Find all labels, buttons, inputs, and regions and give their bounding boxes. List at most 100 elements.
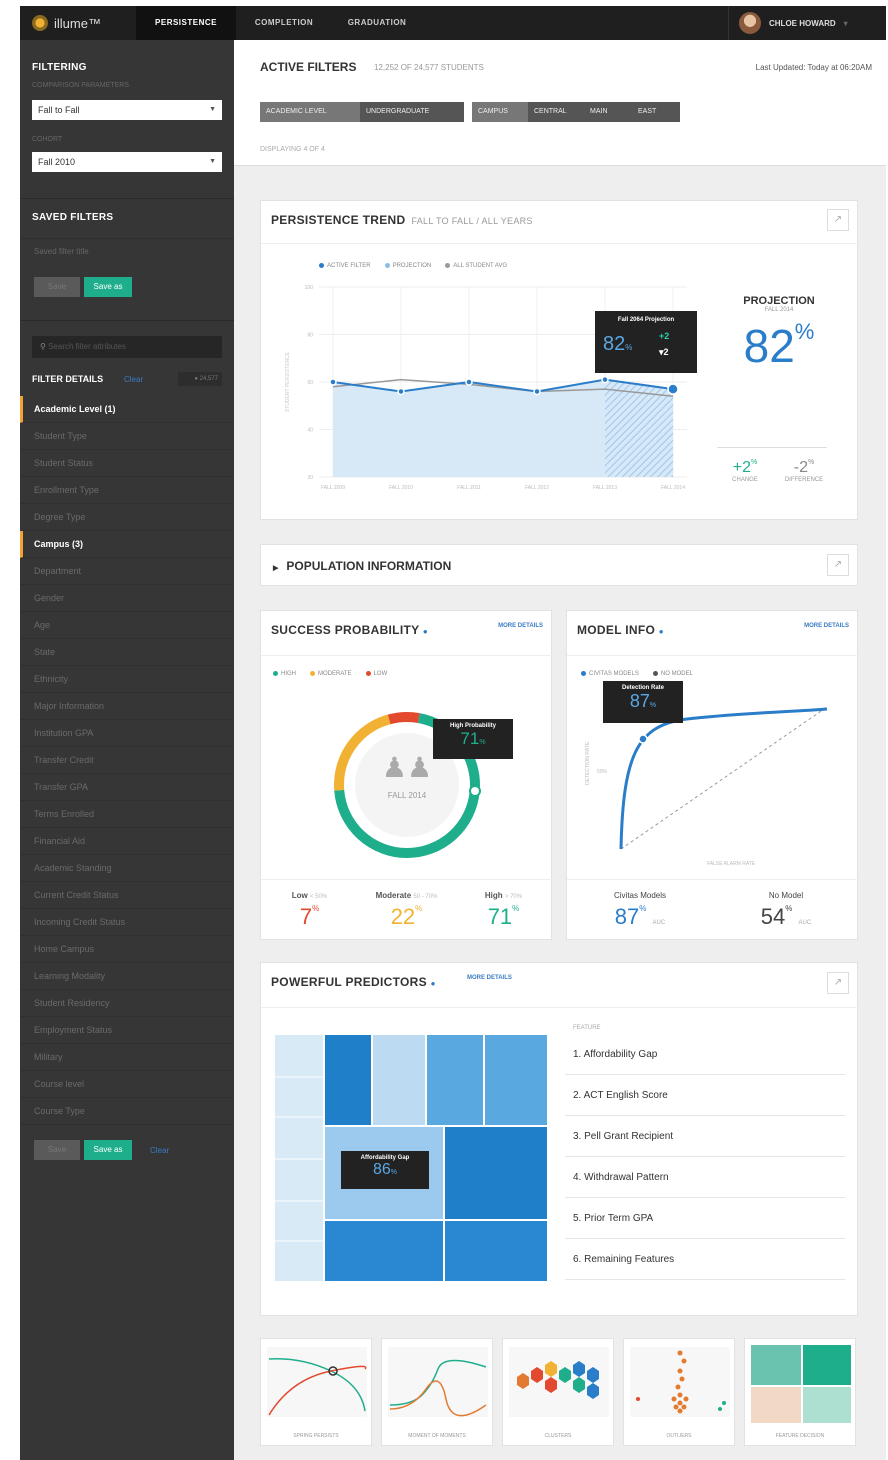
filter-item[interactable]: Student Residency bbox=[20, 990, 234, 1017]
clear-link-bottom[interactable]: Clear bbox=[150, 1146, 169, 1155]
thumb-card[interactable]: FEATURE DECISION bbox=[744, 1338, 856, 1446]
last-updated: Last Updated: Today at 06:20AM bbox=[755, 63, 872, 72]
comparison-select[interactable]: Fall to Fall ▼ bbox=[32, 100, 222, 120]
saved-filter-actions: Save Save as bbox=[34, 277, 132, 297]
filter-search-input[interactable]: ⚲ Search filter attributes bbox=[32, 336, 222, 358]
save-as-button-bottom[interactable]: Save as bbox=[84, 1140, 132, 1160]
thumb-card[interactable]: OUTLIERS bbox=[623, 1338, 735, 1446]
filter-item[interactable]: Employment Status bbox=[20, 1017, 234, 1044]
thumb-chart bbox=[509, 1347, 609, 1417]
x-tick-label: FALL 2012 bbox=[525, 485, 549, 491]
feature-row[interactable]: 5. Prior Term GPA bbox=[565, 1199, 845, 1239]
share-icon[interactable]: ↗ bbox=[827, 554, 849, 576]
model-legend: CIVITAS MODELS NO MODEL bbox=[581, 671, 693, 677]
more-details-link[interactable]: MORE DETAILS bbox=[498, 623, 543, 629]
filter-chip[interactable]: MAIN bbox=[584, 102, 632, 122]
sidebar: FILTERING COMPARISON PARAMETERS Fall to … bbox=[20, 40, 234, 1460]
roc-xlabel: FALSE ALARM RATE bbox=[707, 861, 756, 867]
y-tick-label: 40 bbox=[307, 428, 313, 434]
filter-item[interactable]: Academic Level (1) bbox=[20, 396, 234, 423]
bottom-actions: Save Save as Clear bbox=[34, 1140, 169, 1160]
filter-chip[interactable]: UNDERGRADUATE bbox=[360, 102, 464, 122]
info-icon: ● bbox=[658, 627, 664, 636]
feature-row[interactable]: 4. Withdrawal Pattern bbox=[565, 1158, 845, 1198]
search-placeholder: Search filter attributes bbox=[48, 342, 126, 351]
filter-item[interactable]: Incoming Credit Status bbox=[20, 909, 234, 936]
filter-item[interactable]: Age bbox=[20, 612, 234, 639]
filter-item[interactable]: Campus (3) bbox=[20, 531, 234, 558]
roc-ylabel: DETECTION RATE bbox=[585, 741, 591, 785]
main-content: ACTIVE FILTERS 12,252 OF 24,577 STUDENTS… bbox=[234, 40, 886, 1460]
filter-chip[interactable]: EAST bbox=[632, 102, 680, 122]
thumb-card[interactable]: CLUSTERS bbox=[502, 1338, 614, 1446]
filter-item[interactable]: Academic Standing bbox=[20, 855, 234, 882]
filter-item[interactable]: Course level bbox=[20, 1071, 234, 1098]
avatar bbox=[739, 12, 761, 34]
cohort-select[interactable]: Fall 2010 ▼ bbox=[32, 152, 222, 172]
filter-item[interactable]: Department bbox=[20, 558, 234, 585]
filter-list: Academic Level (1) Student Type Student St… bbox=[20, 396, 234, 1125]
filter-item[interactable]: Transfer GPA bbox=[20, 774, 234, 801]
projection-title: PROJECTION bbox=[743, 295, 815, 307]
data-point bbox=[667, 383, 679, 395]
filter-item[interactable]: Course Type bbox=[20, 1098, 234, 1125]
filter-item[interactable]: Enrollment Type bbox=[20, 477, 234, 504]
filter-chip[interactable]: ACADEMIC LEVEL bbox=[260, 102, 360, 122]
projection-sub: FALL 2014 bbox=[764, 307, 794, 313]
chevron-down-icon: ▼ bbox=[209, 158, 216, 165]
thumb-label: FEATURE DECISION bbox=[775, 1433, 825, 1439]
clear-link[interactable]: Clear bbox=[124, 375, 143, 384]
comparison-value: Fall to Fall bbox=[38, 105, 80, 115]
feature-row[interactable]: 6. Remaining Features bbox=[565, 1240, 845, 1280]
user-menu[interactable]: CHLOE HOWARD ▾ bbox=[728, 6, 886, 40]
filter-item[interactable]: Student Status bbox=[20, 450, 234, 477]
filter-item[interactable]: Student Type bbox=[20, 423, 234, 450]
filter-item[interactable]: Gender bbox=[20, 585, 234, 612]
filter-item[interactable]: Learning Modality bbox=[20, 963, 234, 990]
thumb-card[interactable]: MOMENT OF MOMENTS bbox=[381, 1338, 493, 1446]
feature-row[interactable]: 2. ACT English Score bbox=[565, 1076, 845, 1116]
filter-item[interactable]: Major Information bbox=[20, 693, 234, 720]
saved-filter-title[interactable]: Saved filter title bbox=[34, 247, 89, 256]
legend-civitas: CIVITAS MODELS bbox=[581, 671, 639, 677]
top-nav: illume™ PERSISTENCE COMPLETION GRADUATIO… bbox=[20, 6, 886, 40]
filter-chip[interactable]: CENTRAL bbox=[528, 102, 584, 122]
more-details-link[interactable]: MORE DETAILS bbox=[804, 623, 849, 629]
save-button[interactable]: Save bbox=[34, 277, 80, 297]
persistence-trend-card: PERSISTENCE TREND FALL TO FALL / ALL YEAR… bbox=[260, 200, 859, 520]
filter-item[interactable]: Degree Type bbox=[20, 504, 234, 531]
filter-item[interactable]: Military bbox=[20, 1044, 234, 1071]
difference-stat: -2% DIFFERENCE bbox=[784, 459, 824, 483]
save-as-button[interactable]: Save as bbox=[84, 277, 132, 297]
filter-item[interactable]: Home Campus bbox=[20, 936, 234, 963]
filter-item[interactable]: Terms Enrolled bbox=[20, 801, 234, 828]
feature-row[interactable]: 3. Pell Grant Recipient bbox=[565, 1117, 845, 1157]
save-button-bottom[interactable]: Save bbox=[34, 1140, 80, 1160]
more-details-link[interactable]: MORE DETAILS bbox=[467, 975, 512, 981]
data-point bbox=[465, 378, 473, 386]
population-card[interactable]: ▶ POPULATION INFORMATION ↗ bbox=[260, 544, 858, 586]
share-icon[interactable]: ↗ bbox=[827, 209, 849, 231]
data-point bbox=[601, 375, 609, 384]
filter-item[interactable]: Transfer Credit bbox=[20, 747, 234, 774]
filter-item[interactable]: Institution GPA bbox=[20, 720, 234, 747]
student-count: 12,252 OF 24,577 STUDENTS bbox=[374, 63, 484, 72]
share-icon[interactable]: ↗ bbox=[827, 972, 849, 994]
success-stat: Low < 50% 7% bbox=[291, 891, 328, 929]
tab-persistence[interactable]: PERSISTENCE bbox=[136, 6, 236, 40]
thumb-card[interactable]: SPRING PERSISTS bbox=[260, 1338, 372, 1446]
filter-item[interactable]: Financial Aid bbox=[20, 828, 234, 855]
user-name: CHLOE HOWARD bbox=[769, 18, 836, 28]
x-tick-label: FALL 2013 bbox=[593, 485, 617, 491]
filter-item[interactable]: Current Credit Status bbox=[20, 882, 234, 909]
tab-graduation[interactable]: GRADUATION bbox=[332, 6, 422, 40]
y-tick-label: 80 bbox=[307, 333, 313, 339]
filter-chip[interactable]: CAMPUS bbox=[472, 102, 528, 122]
feature-row[interactable]: 1. Affordability Gap bbox=[565, 1035, 845, 1075]
thumb-label: MOMENT OF MOMENTS bbox=[408, 1433, 466, 1439]
logo[interactable]: illume™ bbox=[32, 6, 101, 40]
trend-tooltip: Fall 2064 Projection 82% +2 ▾2 bbox=[595, 311, 697, 373]
tab-completion[interactable]: COMPLETION bbox=[236, 6, 332, 40]
filter-item[interactable]: Ethnicity bbox=[20, 666, 234, 693]
filter-item[interactable]: State bbox=[20, 639, 234, 666]
